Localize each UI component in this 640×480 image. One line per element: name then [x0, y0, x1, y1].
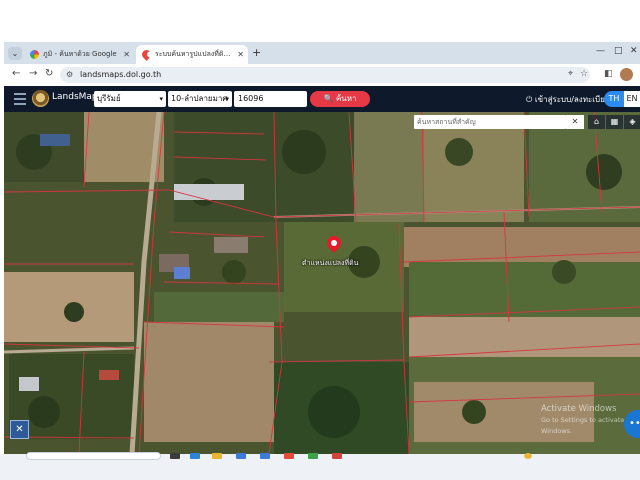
- chevron-down-icon: ▾: [159, 95, 163, 103]
- search-icon: 🔍: [323, 94, 334, 103]
- minimize-button[interactable]: —: [596, 46, 605, 56]
- windows-taskbar: [0, 452, 640, 480]
- satellite-map[interactable]: ค้นหาสถานที่สำคัญ ✕ ⌂ ▦ ◈ ตำแหน่งแปลงที่…: [4, 112, 640, 454]
- close-tab-icon[interactable]: ✕: [123, 45, 130, 64]
- chrome-icon[interactable]: [284, 453, 294, 459]
- lang-en-button[interactable]: EN: [624, 91, 640, 107]
- site-info-icon[interactable]: ⚙: [66, 70, 76, 80]
- url-text: landsmaps.dol.go.th: [80, 70, 162, 79]
- tab-strip: ⌄ ภูมิ - ค้นหาด้วย Google ✕ ระบบค้นหารูป…: [4, 42, 640, 64]
- explorer-icon[interactable]: [212, 453, 222, 459]
- map-imagery: [4, 112, 640, 454]
- mail-icon[interactable]: [260, 453, 270, 459]
- parcel-number-input[interactable]: 16096: [234, 91, 307, 107]
- app-header: LandsMaps บุรีรัมย์ ▾ 10-ลำปลายมาศ ▾ 160…: [4, 86, 640, 112]
- taskview-icon[interactable]: [170, 453, 180, 459]
- pin-label: ตำแหน่งแปลงที่ดิน: [302, 259, 359, 267]
- layers-icon[interactable]: ◈: [624, 115, 640, 129]
- store-icon[interactable]: [236, 453, 246, 459]
- login-link[interactable]: ⏻ เข้าสู่ระบบ/ลงทะเบียน: [526, 93, 610, 106]
- menu-icon[interactable]: [14, 93, 26, 105]
- place-search-input[interactable]: ค้นหาสถานที่สำคัญ: [414, 115, 566, 129]
- measure-tool-icon[interactable]: ✕: [10, 420, 29, 439]
- address-bar: ← → ↻ ⚙ landsmaps.dol.go.th ⌖ ☆ ◧: [4, 64, 640, 86]
- reload-icon[interactable]: ↻: [45, 68, 53, 79]
- close-window-button[interactable]: ✕: [630, 46, 638, 56]
- map-pin-icon: [140, 48, 153, 61]
- search-button[interactable]: 🔍 ค้นหา: [310, 91, 370, 107]
- forward-icon[interactable]: →: [29, 68, 37, 79]
- home-icon[interactable]: ⌂: [588, 115, 605, 129]
- sidepanel-icon[interactable]: ◧: [604, 69, 613, 79]
- maximize-button[interactable]: □: [614, 46, 623, 56]
- url-field[interactable]: ⚙ landsmaps.dol.go.th ⌖ ☆: [60, 67, 590, 83]
- search-button-label: ค้นหา: [335, 94, 357, 103]
- close-tab-icon[interactable]: ✕: [237, 45, 244, 64]
- google-icon: [30, 50, 39, 59]
- profile-avatar[interactable]: [620, 68, 633, 81]
- grid-icon[interactable]: ▦: [606, 115, 623, 129]
- district-select[interactable]: 10-ลำปลายมาศ ▾: [168, 91, 232, 107]
- province-value: บุรีรัมย์: [97, 94, 121, 103]
- activate-title: Activate Windows: [541, 404, 617, 414]
- chevron-down-icon: ▾: [225, 95, 229, 103]
- back-icon[interactable]: ←: [12, 68, 20, 79]
- lang-th-button[interactable]: TH: [604, 91, 624, 107]
- tab-title: ภูมิ - ค้นหาด้วย Google: [43, 50, 117, 58]
- tab-title: ระบบค้นหารูปแปลงที่ดิน (LandsMaps): [155, 50, 233, 58]
- clear-search-icon[interactable]: ✕: [566, 115, 584, 129]
- browser-window: ⌄ ภูมิ - ค้นหาด้วย Google ✕ ระบบค้นหารูป…: [4, 42, 640, 454]
- app-icon[interactable]: [332, 453, 342, 459]
- province-select[interactable]: บุรีรัมย์ ▾: [94, 91, 166, 107]
- user-icon: ⏻: [526, 95, 533, 104]
- tab-landsmaps[interactable]: ระบบค้นหารูปแปลงที่ดิน (LandsMaps) ✕: [136, 45, 248, 64]
- new-tab-button[interactable]: +: [252, 46, 261, 59]
- screenshot: ⌄ ภูมิ - ค้นหาด้วย Google ✕ ระบบค้นหารูป…: [0, 0, 640, 480]
- weather-icon[interactable]: [524, 453, 532, 459]
- tab-google[interactable]: ภูมิ - ค้นหาด้วย Google ✕: [24, 45, 134, 64]
- line-icon[interactable]: [308, 453, 318, 459]
- edge-icon[interactable]: [190, 453, 200, 459]
- location-icon[interactable]: ⌖: [568, 69, 573, 79]
- login-label: เข้าสู่ระบบ/ลงทะเบียน: [534, 95, 611, 104]
- district-value: 10-ลำปลายมาศ: [171, 94, 228, 103]
- taskbar-search[interactable]: [26, 452, 161, 460]
- dol-logo: [32, 90, 49, 107]
- bookmark-star-icon[interactable]: ☆: [580, 69, 588, 79]
- tab-search-button[interactable]: ⌄: [8, 47, 22, 60]
